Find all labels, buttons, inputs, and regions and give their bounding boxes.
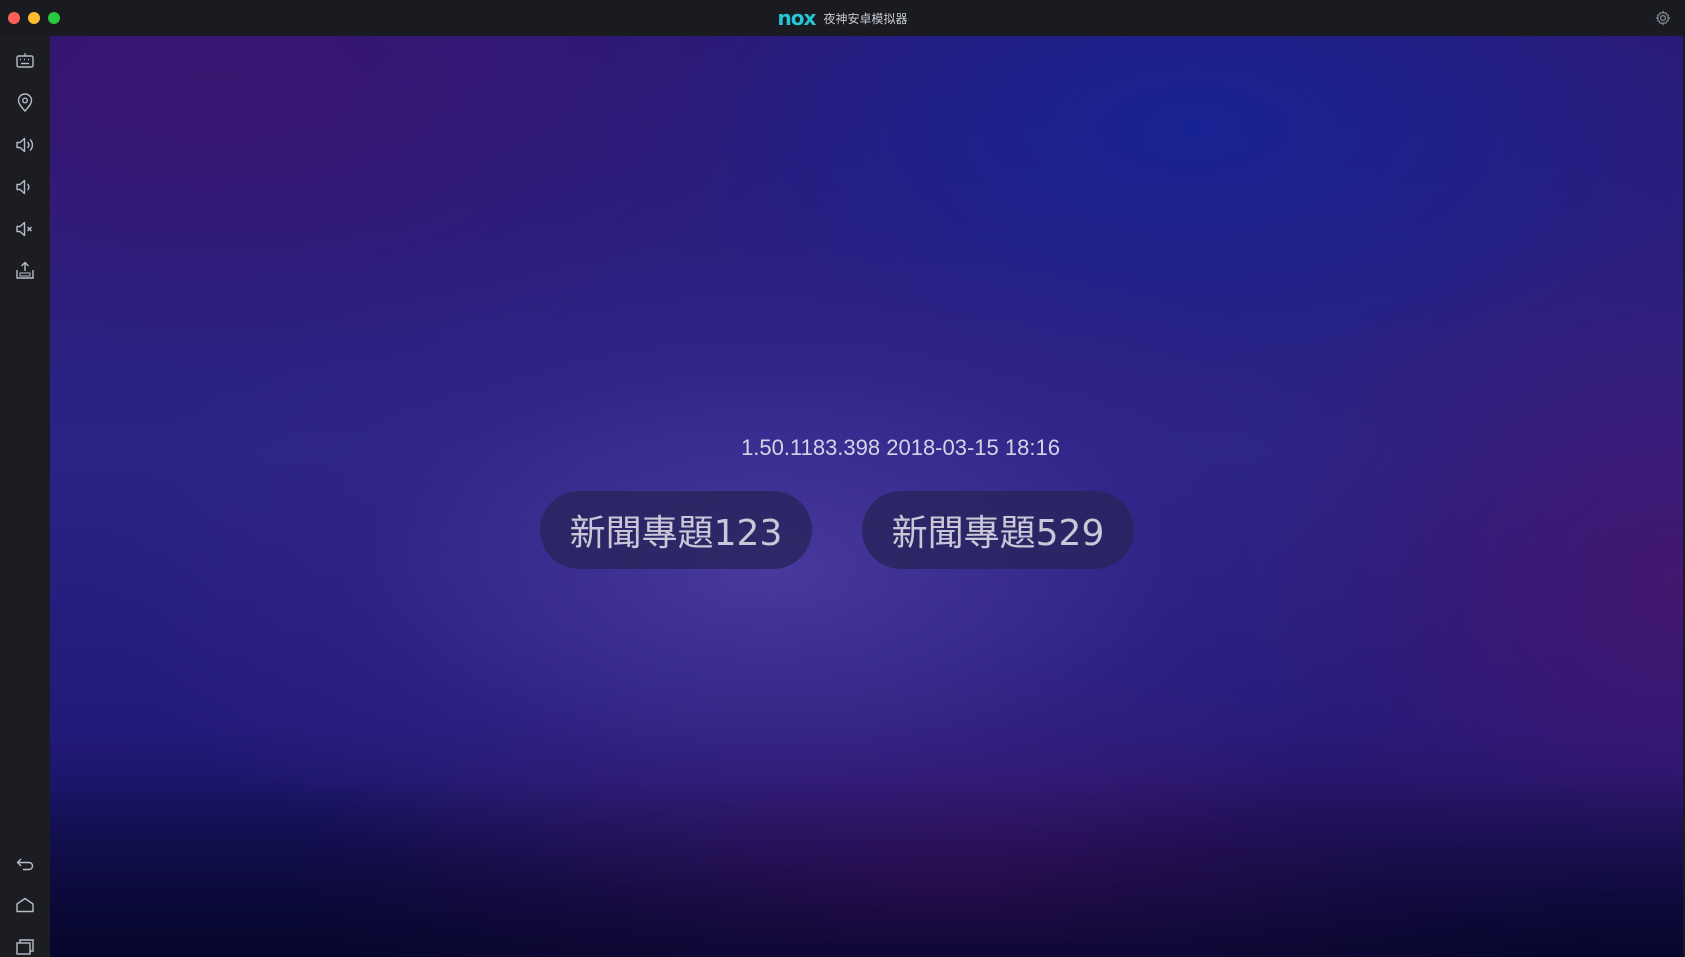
background-gradient xyxy=(50,777,1683,957)
window-title: 夜神安卓模拟器 xyxy=(823,11,908,26)
emulator-window: nox 夜神安卓模拟器 1.50.1183.398 2018-03-15 18:… xyxy=(0,0,1685,957)
nox-logo: nox xyxy=(777,6,817,30)
version-label: 1.50.1183.398 2018-03-15 18:16 xyxy=(741,435,1060,460)
back-button[interactable] xyxy=(10,848,40,878)
recent-apps-button[interactable] xyxy=(10,932,40,957)
apk-install-button[interactable] xyxy=(10,256,40,286)
sidebar-toolbar xyxy=(0,36,50,957)
recent-apps-icon xyxy=(16,939,34,955)
volume-down-icon xyxy=(16,179,30,195)
volume-up-button[interactable] xyxy=(10,130,40,160)
settings-icon[interactable] xyxy=(1655,10,1671,26)
location-icon xyxy=(17,93,33,113)
keyboard-icon xyxy=(16,53,34,68)
android-screen[interactable]: 1.50.1183.398 2018-03-15 18:16 新聞專題123 新… xyxy=(50,36,1685,957)
apk-install-icon xyxy=(16,261,34,279)
home-icon xyxy=(16,897,34,913)
news-topic-button-529[interactable]: 新聞專題529 xyxy=(862,491,1134,569)
back-icon xyxy=(16,858,34,871)
volume-down-button[interactable] xyxy=(10,172,40,202)
volume-up-icon xyxy=(16,137,34,153)
keyboard-button[interactable] xyxy=(10,46,40,76)
location-button[interactable] xyxy=(10,88,40,118)
home-button[interactable] xyxy=(10,890,40,920)
news-topic-button-123[interactable]: 新聞專題123 xyxy=(540,491,812,569)
title-bar: nox 夜神安卓模拟器 xyxy=(0,0,1685,36)
title-group: nox 夜神安卓模拟器 xyxy=(0,0,1685,36)
mute-button[interactable] xyxy=(10,214,40,244)
mute-icon xyxy=(16,221,32,237)
